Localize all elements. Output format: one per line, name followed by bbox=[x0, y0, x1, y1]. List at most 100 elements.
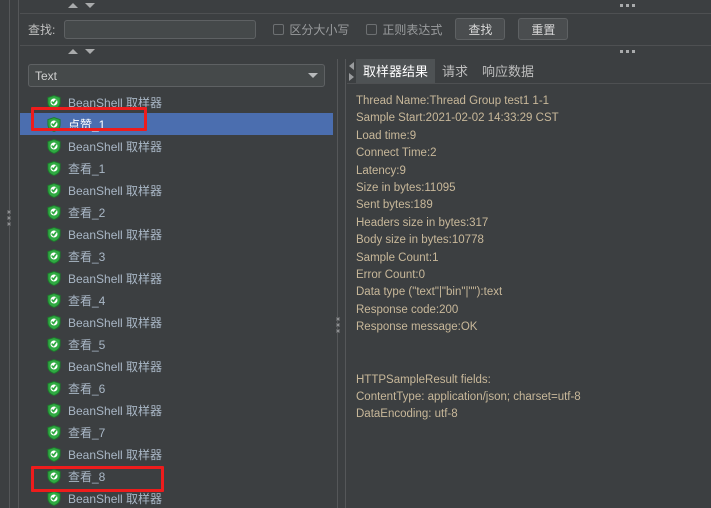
case-sensitive-checkbox-box[interactable] bbox=[273, 23, 285, 35]
tree-row[interactable]: 查看_6 bbox=[20, 377, 333, 399]
tab-request[interactable]: 请求 bbox=[435, 59, 475, 83]
status-pass-shield-icon bbox=[47, 292, 61, 308]
status-pass-shield-icon bbox=[47, 116, 61, 132]
result-line: Size in bytes:11095 bbox=[356, 182, 456, 195]
tree-row-label: 查看_8 bbox=[68, 469, 106, 484]
result-line: Data type ("text"|"bin"|""):text bbox=[356, 286, 503, 299]
tree-row[interactable]: BeanShell 取样器 bbox=[20, 443, 333, 465]
regex-label: 正则表达式 bbox=[382, 22, 443, 37]
tab-sampler-result[interactable]: 取样器结果 bbox=[356, 59, 436, 83]
result-tab-strip: 取样器结果 请求 响应数据 bbox=[347, 59, 711, 84]
tree-row[interactable]: 查看_4 bbox=[20, 289, 333, 311]
status-pass-shield-icon bbox=[47, 446, 61, 462]
tree-row[interactable]: 查看_7 bbox=[20, 421, 333, 443]
tree-row-label: 查看_4 bbox=[68, 293, 106, 308]
tab-scroll-left-icon[interactable] bbox=[349, 62, 354, 70]
status-pass-shield-icon bbox=[47, 226, 61, 242]
splitter-line-left bbox=[9, 0, 10, 508]
result-line: Response code:200 bbox=[356, 303, 459, 316]
tree-row-label: BeanShell 取样器 bbox=[68, 315, 163, 330]
tab-response-data[interactable]: 响应数据 bbox=[475, 59, 541, 83]
status-pass-shield-icon bbox=[47, 160, 61, 176]
tree-row[interactable]: 点赞_1 bbox=[20, 113, 333, 135]
search-panel-titlebar bbox=[20, 0, 711, 14]
result-line: Sent bytes:189 bbox=[356, 199, 433, 212]
tree-row[interactable]: 查看_5 bbox=[20, 333, 333, 355]
result-line: Sample Start:2021-02-02 14:33:29 CST bbox=[356, 112, 559, 125]
sort-ascending-icon[interactable] bbox=[68, 3, 78, 8]
status-pass-shield-icon bbox=[47, 336, 61, 352]
tree-row-label: 查看_3 bbox=[68, 249, 106, 264]
tree-row-label: BeanShell 取样器 bbox=[68, 139, 163, 154]
status-pass-shield-icon bbox=[47, 490, 61, 506]
search-input[interactable] bbox=[64, 19, 257, 39]
tree-row[interactable]: BeanShell 取样器 bbox=[20, 355, 333, 377]
splitter-grip-icon[interactable] bbox=[7, 210, 13, 226]
center-splitter-grip-icon[interactable] bbox=[336, 317, 340, 333]
left-splitter[interactable] bbox=[0, 0, 20, 508]
result-line: Connect Time:2 bbox=[356, 147, 437, 160]
reset-button[interactable]: 重置 bbox=[518, 18, 569, 40]
case-sensitive-checkbox[interactable]: 区分大小写 bbox=[273, 21, 349, 38]
search-panel-overflow-icon[interactable] bbox=[620, 4, 635, 7]
tree-row[interactable]: BeanShell 取样器 bbox=[20, 311, 333, 333]
tree-row[interactable]: BeanShell 取样器 bbox=[20, 223, 333, 245]
result-line: Error Count:0 bbox=[356, 269, 426, 282]
results-panel-sort-controls[interactable] bbox=[68, 49, 95, 54]
center-splitter-line-left bbox=[337, 59, 338, 508]
tree-row-label: BeanShell 取样器 bbox=[68, 183, 163, 198]
chevron-down-icon[interactable] bbox=[308, 73, 318, 78]
tree-row-label: BeanShell 取样器 bbox=[68, 95, 163, 110]
tree-row-label: 查看_5 bbox=[68, 337, 106, 352]
find-button[interactable]: 查找 bbox=[455, 18, 506, 40]
tab-scroll-right-icon[interactable] bbox=[349, 73, 354, 81]
status-pass-shield-icon bbox=[47, 358, 61, 374]
tree-row-label: 查看_2 bbox=[68, 205, 106, 220]
tree-row[interactable]: BeanShell 取样器 bbox=[20, 91, 333, 113]
result-line: Headers size in bytes:317 bbox=[356, 216, 489, 229]
search-panel-sort-controls[interactable] bbox=[68, 3, 95, 8]
tree-row-label: 查看_6 bbox=[68, 381, 106, 396]
results-panel-overflow-icon[interactable] bbox=[620, 50, 635, 53]
tree-row[interactable]: BeanShell 取样器 bbox=[20, 399, 333, 421]
search-panel: 查找: 区分大小写 正则表达式 查找 重置 bbox=[20, 0, 711, 45]
tree-row[interactable]: BeanShell 取样器 bbox=[20, 487, 333, 508]
tree-row-label: BeanShell 取样器 bbox=[68, 491, 163, 506]
results-panel-titlebar bbox=[20, 45, 711, 60]
sort-ascending-icon[interactable] bbox=[68, 49, 78, 54]
result-line bbox=[356, 337, 711, 354]
sampler-result-text[interactable]: Thread Name:Thread Group test1 1-1 Sample… bbox=[347, 84, 711, 508]
tree-row[interactable]: 查看_2 bbox=[20, 201, 333, 223]
result-line: DataEncoding: utf-8 bbox=[356, 408, 458, 421]
tree-row-label: BeanShell 取样器 bbox=[68, 359, 163, 374]
render-format-value: Text bbox=[35, 68, 58, 83]
result-line: Body size in bytes:10778 bbox=[356, 234, 484, 247]
case-sensitive-label: 区分大小写 bbox=[289, 22, 350, 37]
render-format-dropdown[interactable]: Text bbox=[28, 64, 325, 87]
result-line: Load time:9 bbox=[356, 129, 417, 142]
tree-row-label: BeanShell 取样器 bbox=[68, 447, 163, 462]
tree-row[interactable]: 查看_1 bbox=[20, 157, 333, 179]
tree-row-label: 查看_1 bbox=[68, 161, 106, 176]
status-pass-shield-icon bbox=[47, 182, 61, 198]
tree-row[interactable]: BeanShell 取样器 bbox=[20, 267, 333, 289]
status-pass-shield-icon bbox=[47, 424, 61, 440]
result-line: ContentType: application/json; charset=u… bbox=[356, 390, 581, 403]
tree-row-label: BeanShell 取样器 bbox=[68, 403, 163, 418]
tree-row[interactable]: BeanShell 取样器 bbox=[20, 179, 333, 201]
regex-checkbox-box[interactable] bbox=[366, 23, 378, 35]
status-pass-shield-icon bbox=[47, 402, 61, 418]
main-split-area: Text BeanShell 取样器 点赞_1 BeanShell 取样器 查看_1 B… bbox=[20, 59, 711, 508]
sampler-result-list[interactable]: BeanShell 取样器 点赞_1 BeanShell 取样器 查看_1 BeanSh… bbox=[20, 91, 333, 508]
sort-descending-icon[interactable] bbox=[85, 49, 95, 54]
tree-row[interactable]: 查看_8 bbox=[20, 465, 333, 487]
center-splitter[interactable] bbox=[333, 59, 347, 508]
regex-checkbox[interactable]: 正则表达式 bbox=[366, 21, 442, 38]
result-line: Latency:9 bbox=[356, 164, 406, 177]
tree-row[interactable]: 查看_3 bbox=[20, 245, 333, 267]
tab-scroll-controls[interactable] bbox=[347, 59, 356, 83]
tree-row[interactable]: BeanShell 取样器 bbox=[20, 135, 333, 157]
sort-descending-icon[interactable] bbox=[85, 3, 95, 8]
jmeter-view-results-tree: 查找: 区分大小写 正则表达式 查找 重置 Text BeanShell 取样器… bbox=[0, 0, 711, 508]
result-detail-panel: 取样器结果 请求 响应数据 Thread Name:Thread Group tes… bbox=[347, 59, 711, 508]
